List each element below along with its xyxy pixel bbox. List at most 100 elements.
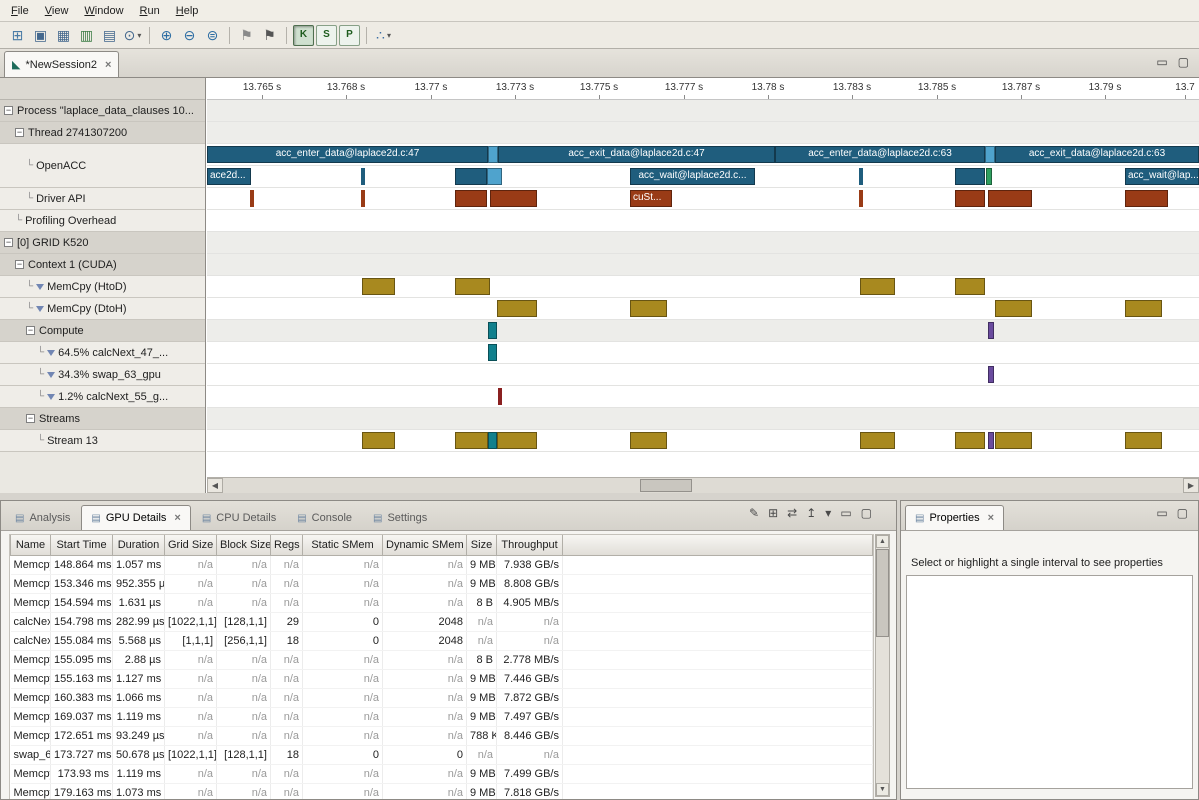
timeline-bar[interactable] xyxy=(988,190,1032,207)
timeline-bar[interactable] xyxy=(455,278,490,295)
timeline-bar[interactable] xyxy=(988,366,994,383)
close-icon[interactable]: × xyxy=(988,512,994,524)
close-icon[interactable]: × xyxy=(174,512,180,524)
tree-item-64-5-calcnext-47[interactable]: └64.5% calcNext_47_... xyxy=(0,342,205,364)
analysis-icon[interactable]: ∴▾ xyxy=(373,25,394,46)
zoom-fit-icon[interactable]: ⊜ xyxy=(202,25,223,46)
table-row[interactable]: Memcpy160.383 ms1.066 msn/an/an/an/an/a9… xyxy=(11,688,873,707)
tab-cpu-details[interactable]: ▤CPU Details xyxy=(192,505,286,530)
column-header-block-size[interactable]: Block Size xyxy=(217,535,271,555)
timeline-bar[interactable] xyxy=(497,432,537,449)
filter-icon[interactable] xyxy=(47,372,55,378)
menu-file[interactable]: File xyxy=(3,2,37,20)
scroll-down-icon[interactable]: ▼ xyxy=(876,783,889,796)
timeline-bar[interactable] xyxy=(361,190,365,207)
stream-timeline-toggle[interactable]: S xyxy=(316,25,337,46)
scroll-up-icon[interactable]: ▲ xyxy=(876,535,889,548)
zoom-out-icon[interactable]: ⊖ xyxy=(179,25,200,46)
tree-item-driver-api[interactable]: └Driver API xyxy=(0,188,205,210)
timeline-bar[interactable] xyxy=(1125,190,1168,207)
timeline-bar[interactable] xyxy=(361,168,365,185)
minimize-icon[interactable]: ▭ xyxy=(840,506,851,520)
table-row[interactable]: calcNext155.084 ms5.568 µs[1,1,1][256,1,… xyxy=(11,631,873,650)
collapse-icon[interactable]: − xyxy=(4,106,13,115)
timeline-bar[interactable] xyxy=(455,432,488,449)
table-row[interactable]: Memcpy153.346 ms952.355 µsn/an/an/an/an/… xyxy=(11,574,873,593)
collapse-icon[interactable]: − xyxy=(15,260,24,269)
table-scrollbar[interactable]: ▲ ▼ xyxy=(875,534,890,797)
zoom-tool-icon[interactable]: ⊙▾ xyxy=(122,25,143,46)
timeline-bar[interactable] xyxy=(488,322,497,339)
tree-item-1-2-calcnext-55-g[interactable]: └1.2% calcNext_55_g... xyxy=(0,386,205,408)
timeline-bar[interactable] xyxy=(986,168,992,185)
compare-icon[interactable]: ⇄ xyxy=(787,506,797,520)
export-icon[interactable]: ↥ xyxy=(806,506,816,520)
save-as-icon[interactable]: ▦ xyxy=(53,25,74,46)
timeline-bar-acc-exit-data-laplace2d-c-63[interactable]: acc_exit_data@laplace2d.c:63 xyxy=(995,146,1199,163)
zoom-in-icon[interactable]: ⊕ xyxy=(156,25,177,46)
timeline-bar[interactable] xyxy=(362,278,395,295)
table-row[interactable]: Memcpy155.163 ms1.127 msn/an/an/an/an/a9… xyxy=(11,669,873,688)
menu-help[interactable]: Help xyxy=(168,2,207,20)
column-header-throughput[interactable]: Throughput xyxy=(497,535,563,555)
column-header-duration[interactable]: Duration xyxy=(113,535,165,555)
table-row[interactable]: Memcpy154.594 ms1.631 µsn/an/an/an/an/a8… xyxy=(11,593,873,612)
column-header-static-smem[interactable]: Static SMem xyxy=(303,535,383,555)
process-timeline-toggle[interactable]: P xyxy=(339,25,360,46)
dropdown-arrow-icon[interactable]: ▾ xyxy=(137,31,141,40)
timeline-bar[interactable] xyxy=(362,432,395,449)
filter-icon[interactable] xyxy=(47,394,55,400)
tree-item-compute[interactable]: −Compute xyxy=(0,320,205,342)
table-row[interactable]: Memcpy172.651 ms93.249 µsn/an/an/an/an/a… xyxy=(11,726,873,745)
tree-item-memcpy-dtoh[interactable]: └MemCpy (DtoH) xyxy=(0,298,205,320)
dropdown-arrow-icon[interactable]: ▾ xyxy=(387,31,391,40)
menu-run[interactable]: Run xyxy=(132,2,168,20)
timeline-bar-acc-wait-laplace2d-c[interactable]: acc_wait@laplace2d.c... xyxy=(630,168,755,185)
collapse-icon[interactable]: − xyxy=(4,238,13,247)
close-icon[interactable]: × xyxy=(105,59,111,71)
timeline-bar[interactable] xyxy=(488,344,497,361)
timeline-bar[interactable] xyxy=(955,168,985,185)
timeline-bar[interactable] xyxy=(860,432,895,449)
pen-icon[interactable]: ✎ xyxy=(749,506,759,520)
tab-newsession2[interactable]: ◣ *NewSession2 × xyxy=(4,51,119,77)
tab-properties[interactable]: ▤ Properties × xyxy=(905,505,1004,530)
timeline-bar[interactable] xyxy=(250,190,254,207)
tab-console[interactable]: ▤Console xyxy=(287,505,362,530)
timeline-bar[interactable] xyxy=(988,432,994,449)
filter-icon[interactable] xyxy=(47,350,55,356)
timeline-bar[interactable] xyxy=(988,322,994,339)
scrollbar-thumb[interactable] xyxy=(876,549,889,637)
tab-analysis[interactable]: ▤Analysis xyxy=(5,505,80,530)
save-icon[interactable]: ▣ xyxy=(30,25,51,46)
new-session-icon[interactable]: ⊞ xyxy=(7,25,28,46)
tree-item-profiling-overhead[interactable]: └Profiling Overhead xyxy=(0,210,205,232)
timeline-bar-acc-exit-data-laplace2d-c-47[interactable]: acc_exit_data@laplace2d.c:47 xyxy=(498,146,775,163)
tree-item-process-laplace-data-clauses[interactable]: −Process "laplace_data_clauses 10... xyxy=(0,100,205,122)
timeline-bar[interactable] xyxy=(498,388,502,405)
tab-gpu-details[interactable]: ▤GPU Details× xyxy=(81,505,190,530)
timeline-bar-acc-enter-data-laplace2d-c-6[interactable]: acc_enter_data@laplace2d.c:63 xyxy=(775,146,985,163)
collapse-icon[interactable]: − xyxy=(26,414,35,423)
view-menu-icon[interactable]: ▾ xyxy=(825,506,831,520)
scroll-right-icon[interactable]: ▶ xyxy=(1183,478,1199,493)
timeline-bar[interactable] xyxy=(630,300,667,317)
timeline-bar[interactable] xyxy=(1125,432,1162,449)
timeline-bar[interactable] xyxy=(455,190,487,207)
timeline-bar[interactable] xyxy=(488,146,498,163)
timeline-bar[interactable] xyxy=(955,190,985,207)
tree-item-stream-13[interactable]: └Stream 13 xyxy=(0,430,205,452)
maximize-icon[interactable]: ▢ xyxy=(1178,55,1189,69)
collapse-icon[interactable]: − xyxy=(15,128,24,137)
column-header-size[interactable]: Size xyxy=(467,535,497,555)
timeline-bar-acc-enter-data-laplace2d-c-4[interactable]: acc_enter_data@laplace2d.c:47 xyxy=(207,146,488,163)
menu-window[interactable]: Window xyxy=(76,2,131,20)
timeline-bar[interactable] xyxy=(455,168,487,185)
timeline-bar[interactable] xyxy=(860,278,895,295)
prev-marker-icon[interactable]: ⚑ xyxy=(236,25,257,46)
table-row[interactable]: Memcpy173.93 ms1.119 msn/an/an/an/an/a9 … xyxy=(11,764,873,783)
filter-icon[interactable] xyxy=(36,284,44,290)
timeline-bar[interactable] xyxy=(955,432,985,449)
timeline-bar[interactable] xyxy=(497,300,537,317)
scroll-left-icon[interactable]: ◀ xyxy=(207,478,223,493)
